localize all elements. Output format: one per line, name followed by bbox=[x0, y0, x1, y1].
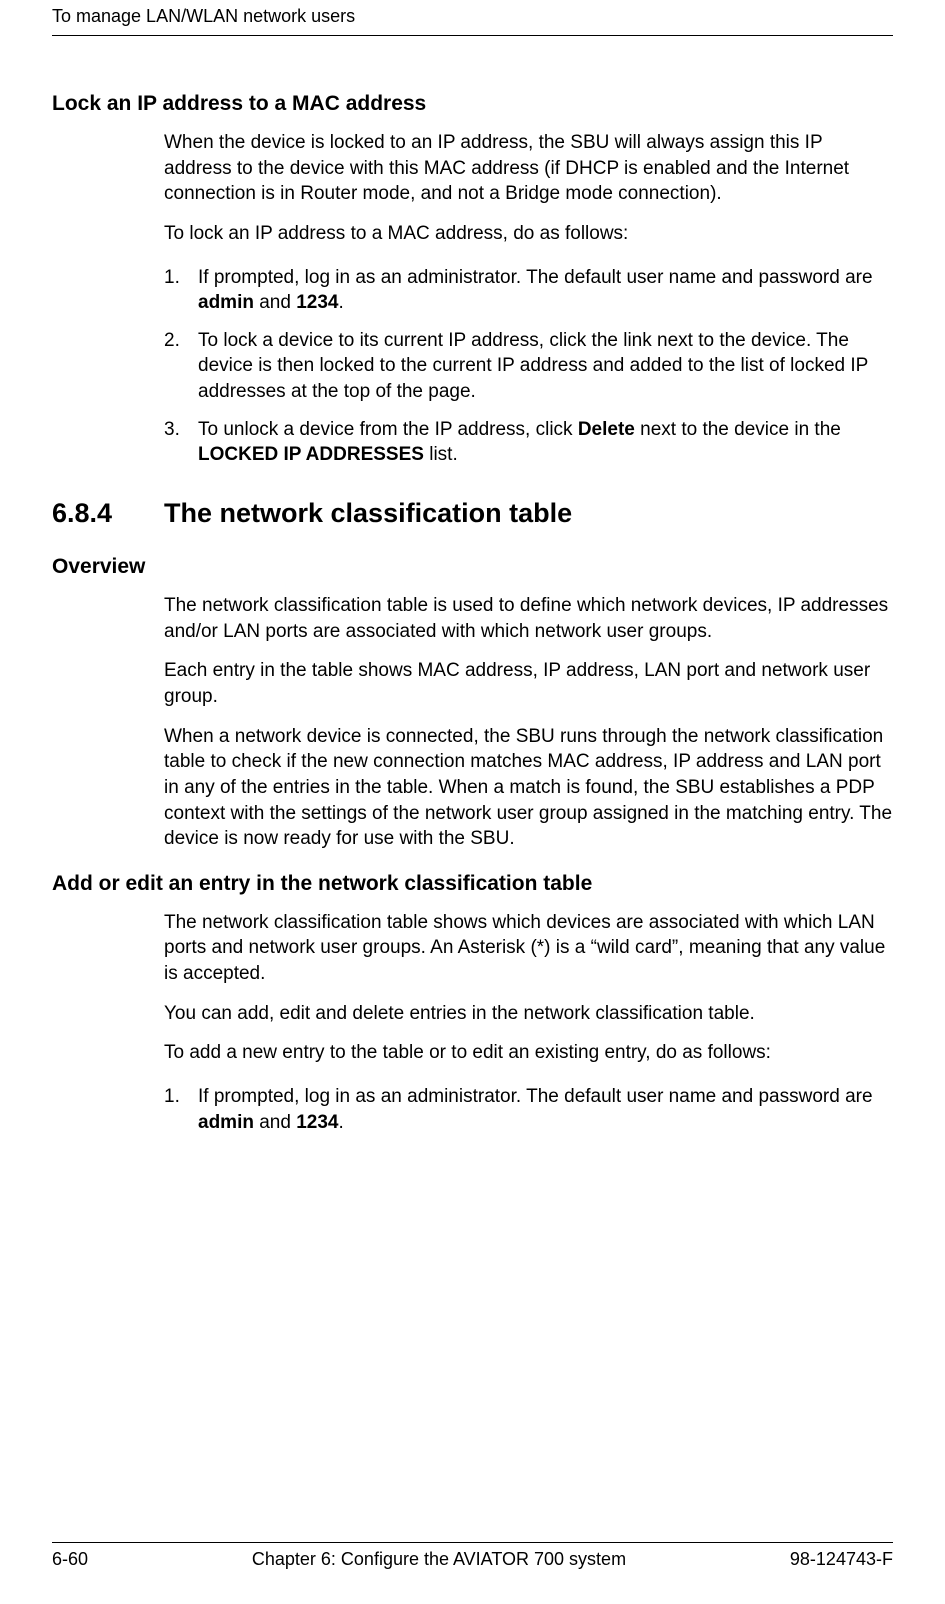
ordered-list: 1. If prompted, log in as an administrat… bbox=[164, 1084, 893, 1135]
text-bold: 1234 bbox=[296, 1112, 338, 1133]
paragraph: The network classification table is used… bbox=[164, 593, 893, 644]
text-bold: LOCKED IP ADDRESSES bbox=[198, 444, 424, 465]
heading-row: 6.8.4 The network classification table bbox=[52, 498, 893, 529]
page: To manage LAN/WLAN network users Lock an… bbox=[0, 0, 945, 1604]
text-bold: Delete bbox=[578, 419, 635, 440]
list-item: 1. If prompted, log in as an administrat… bbox=[164, 265, 893, 316]
list-text: If prompted, log in as an administrator.… bbox=[198, 265, 893, 316]
paragraph: The network classification table shows w… bbox=[164, 910, 893, 987]
section-title-lock-ip: Lock an IP address to a MAC address bbox=[52, 92, 893, 116]
body-block-3: The network classification table shows w… bbox=[164, 910, 893, 1135]
list-number: 1. bbox=[164, 265, 198, 316]
list-text: If prompted, log in as an administrator.… bbox=[198, 1084, 893, 1135]
list-text: To unlock a device from the IP address, … bbox=[198, 417, 893, 468]
text-run: next to the device in the bbox=[635, 419, 841, 440]
list-text: To lock a device to its current IP addre… bbox=[198, 328, 893, 405]
paragraph: You can add, edit and delete entries in … bbox=[164, 1001, 893, 1027]
section-title-overview: Overview bbox=[52, 555, 893, 579]
list-number: 2. bbox=[164, 328, 198, 405]
list-item: 3. To unlock a device from the IP addres… bbox=[164, 417, 893, 468]
body-block-1: When the device is locked to an IP addre… bbox=[164, 130, 893, 468]
footer-left: 6-60 bbox=[52, 1549, 88, 1570]
ordered-list: 1. If prompted, log in as an administrat… bbox=[164, 265, 893, 468]
text-bold: 1234 bbox=[296, 292, 338, 313]
text-bold: admin bbox=[198, 292, 254, 313]
text-run: To unlock a device from the IP address, … bbox=[198, 419, 578, 440]
text-run: If prompted, log in as an administrator.… bbox=[198, 267, 873, 288]
section-title-add-edit: Add or edit an entry in the network clas… bbox=[52, 872, 893, 896]
footer-right: 98-124743-F bbox=[790, 1549, 893, 1570]
paragraph: When the device is locked to an IP addre… bbox=[164, 130, 893, 207]
list-number: 1. bbox=[164, 1084, 198, 1135]
paragraph: To lock an IP address to a MAC address, … bbox=[164, 221, 893, 247]
heading-title: The network classification table bbox=[164, 498, 572, 529]
text-run: and bbox=[254, 1112, 296, 1133]
list-item: 1. If prompted, log in as an administrat… bbox=[164, 1084, 893, 1135]
list-number: 3. bbox=[164, 417, 198, 468]
text-bold: admin bbox=[198, 1112, 254, 1133]
content: Lock an IP address to a MAC address When… bbox=[52, 92, 893, 1135]
heading-number: 6.8.4 bbox=[52, 498, 164, 529]
footer-center: Chapter 6: Configure the AVIATOR 700 sys… bbox=[252, 1549, 626, 1570]
footer-row: 6-60 Chapter 6: Configure the AVIATOR 70… bbox=[52, 1549, 893, 1570]
running-header: To manage LAN/WLAN network users bbox=[52, 0, 893, 27]
paragraph: To add a new entry to the table or to ed… bbox=[164, 1040, 893, 1066]
text-run: If prompted, log in as an administrator.… bbox=[198, 1086, 873, 1107]
paragraph: When a network device is connected, the … bbox=[164, 724, 893, 852]
text-run: . bbox=[339, 292, 344, 313]
paragraph: Each entry in the table shows MAC addres… bbox=[164, 658, 893, 709]
text-run: . bbox=[339, 1112, 344, 1133]
text-run: list. bbox=[424, 444, 458, 465]
body-block-2: The network classification table is used… bbox=[164, 593, 893, 852]
footer-rule bbox=[52, 1542, 893, 1543]
list-item: 2. To lock a device to its current IP ad… bbox=[164, 328, 893, 405]
top-rule bbox=[52, 35, 893, 36]
text-run: and bbox=[254, 292, 296, 313]
page-footer: 6-60 Chapter 6: Configure the AVIATOR 70… bbox=[52, 1542, 893, 1570]
